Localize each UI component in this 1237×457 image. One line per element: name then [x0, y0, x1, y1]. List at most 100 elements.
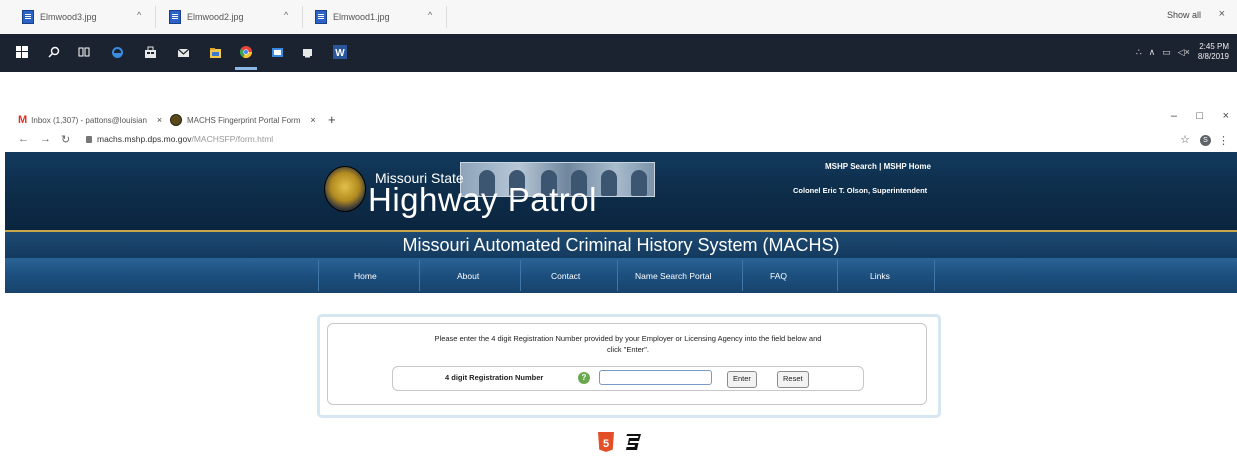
url-host: machs.mshp.dps.mo.gov [97, 134, 192, 144]
svg-text:5: 5 [603, 438, 609, 450]
enter-button[interactable]: Enter [727, 371, 757, 388]
css3-icon [625, 432, 641, 452]
task-view-icon[interactable] [77, 45, 91, 59]
download-filename: Elmwood3.jpg [40, 12, 97, 22]
tab-title: Inbox (1,307) - pattons@louisian [31, 115, 147, 125]
nav-faq[interactable]: FAQ [770, 271, 787, 281]
reset-button[interactable]: Reset [777, 371, 809, 388]
nav-home[interactable]: Home [354, 271, 377, 281]
help-icon[interactable]: ? [578, 372, 590, 384]
nav-links[interactable]: Links [870, 271, 890, 281]
download-item-1[interactable]: Elmwood3.jpg [22, 8, 97, 26]
svg-text:W: W [335, 48, 345, 59]
store-icon[interactable] [143, 45, 157, 59]
people-icon[interactable]: ∴ [1136, 47, 1142, 58]
mshp-seal-icon [170, 114, 182, 126]
menu-kebab-icon[interactable]: ⋮ [1218, 134, 1229, 147]
site-title: Highway Patrol [368, 181, 597, 218]
nav-divider [520, 260, 521, 291]
minimize-icon[interactable]: – [1171, 110, 1177, 122]
tab-machs[interactable]: MACHS Fingerprint Portal Form × [170, 111, 316, 129]
clock-time: 2:45 PM [1199, 42, 1229, 51]
instructions-line-1: Please enter the 4 digit Registration Nu… [434, 334, 822, 343]
nav-divider [318, 260, 319, 291]
chevron-up-icon[interactable]: ^ [284, 10, 288, 20]
browser-tab-strip: M Inbox (1,307) - pattons@louisian × MAC… [0, 108, 1237, 130]
divider [446, 6, 447, 28]
close-tab-icon[interactable]: × [310, 115, 315, 125]
link-separator: | [876, 162, 884, 171]
system-title-band: Missouri Automated Criminal History Syst… [5, 232, 1237, 258]
divider [302, 6, 303, 28]
photos-icon[interactable] [270, 45, 284, 59]
main-nav: Home About Contact Name Search Portal FA… [5, 258, 1237, 293]
back-icon[interactable]: ← [18, 133, 29, 145]
show-all-button[interactable]: Show all [1167, 10, 1201, 20]
close-tab-icon[interactable]: × [157, 115, 162, 125]
form-instructions: Please enter the 4 digit Registration Nu… [378, 333, 878, 355]
download-item-2[interactable]: Elmwood2.jpg [169, 8, 244, 26]
registration-number-label: 4 digit Registration Number [445, 373, 544, 382]
nav-divider [837, 260, 838, 291]
nav-name-search-portal[interactable]: Name Search Portal [635, 271, 712, 281]
reload-icon[interactable]: ↻ [61, 133, 70, 146]
clock[interactable]: 2:45 PM 8/8/2019 [1198, 42, 1229, 62]
close-window-icon[interactable]: × [1223, 110, 1229, 122]
nav-divider [617, 260, 618, 291]
new-tab-button[interactable]: + [328, 112, 336, 127]
forward-icon[interactable]: → [40, 133, 51, 145]
close-icon[interactable]: × [1219, 8, 1225, 20]
windows-start-icon[interactable] [15, 45, 29, 59]
nav-divider [419, 260, 420, 291]
address-bar: ← → ↻ machs.mshp.dps.mo.gov/MACHSFP/form… [0, 131, 1237, 151]
superintendent-label: Colonel Eric T. Olson, Superintendent [793, 186, 928, 195]
mshp-home-link[interactable]: MSHP Home [884, 162, 931, 171]
chevron-up-icon[interactable]: ^ [428, 10, 432, 20]
chevron-up-icon[interactable]: ∧ [1149, 47, 1156, 58]
patrol-seal-logo [324, 166, 366, 212]
clock-date: 8/8/2019 [1197, 52, 1229, 61]
chevron-up-icon[interactable]: ^ [137, 10, 141, 20]
site-header: Missouri State Highway Patrol MSHP Searc… [5, 152, 1237, 230]
image-file-icon [169, 10, 181, 24]
download-bar: Elmwood3.jpg ^ Elmwood2.jpg ^ Elmwood1.j… [0, 0, 1237, 35]
edge-icon[interactable] [110, 45, 124, 59]
image-file-icon [22, 10, 34, 24]
network-icon[interactable]: ▭ [1162, 47, 1171, 58]
mshp-search-link[interactable]: MSHP Search [825, 162, 877, 171]
word-icon[interactable]: W [333, 45, 347, 59]
active-app-indicator [235, 67, 257, 70]
nav-contact[interactable]: Contact [551, 271, 580, 281]
download-item-3[interactable]: Elmwood1.jpg [315, 8, 390, 26]
chrome-icon[interactable] [239, 45, 253, 59]
registration-form: Please enter the 4 digit Registration Nu… [327, 323, 927, 405]
registration-form-panel: Please enter the 4 digit Registration Nu… [317, 314, 941, 418]
system-title: Missouri Automated Criminal History Syst… [402, 235, 840, 255]
download-filename: Elmwood2.jpg [187, 12, 244, 22]
lock-icon [86, 136, 92, 143]
registration-number-input[interactable] [599, 370, 712, 385]
url-field[interactable]: machs.mshp.dps.mo.gov/MACHSFP/form.html [97, 134, 273, 144]
tab-title: MACHS Fingerprint Portal Form [187, 115, 301, 125]
system-tray: ∴ ∧ ▭ ◁× 2:45 PM 8/8/2019 [1129, 42, 1229, 62]
volume-icon[interactable]: ◁× [1178, 47, 1190, 58]
restore-icon[interactable]: □ [1196, 110, 1203, 122]
tab-inbox[interactable]: M Inbox (1,307) - pattons@louisian × [18, 111, 162, 129]
nav-about[interactable]: About [457, 271, 479, 281]
media-icon[interactable] [300, 45, 314, 59]
gmail-icon: M [18, 114, 28, 126]
profile-avatar[interactable]: S [1200, 135, 1211, 146]
divider [155, 6, 156, 28]
download-filename: Elmwood1.jpg [333, 12, 390, 22]
search-icon[interactable] [47, 45, 61, 59]
mail-icon[interactable] [176, 45, 190, 59]
registration-row: 4 digit Registration Number ? Enter Rese… [392, 366, 864, 391]
html5-icon: 5 [598, 432, 614, 452]
header-links: MSHP Search | MSHP Home [825, 162, 931, 171]
instructions-line-2: click "Enter". [606, 345, 649, 354]
url-path: /MACHSFP/form.html [191, 134, 274, 144]
nav-divider [742, 260, 743, 291]
file-explorer-icon[interactable] [208, 45, 222, 59]
image-file-icon [315, 10, 327, 24]
bookmark-star-icon[interactable]: ☆ [1180, 133, 1190, 146]
